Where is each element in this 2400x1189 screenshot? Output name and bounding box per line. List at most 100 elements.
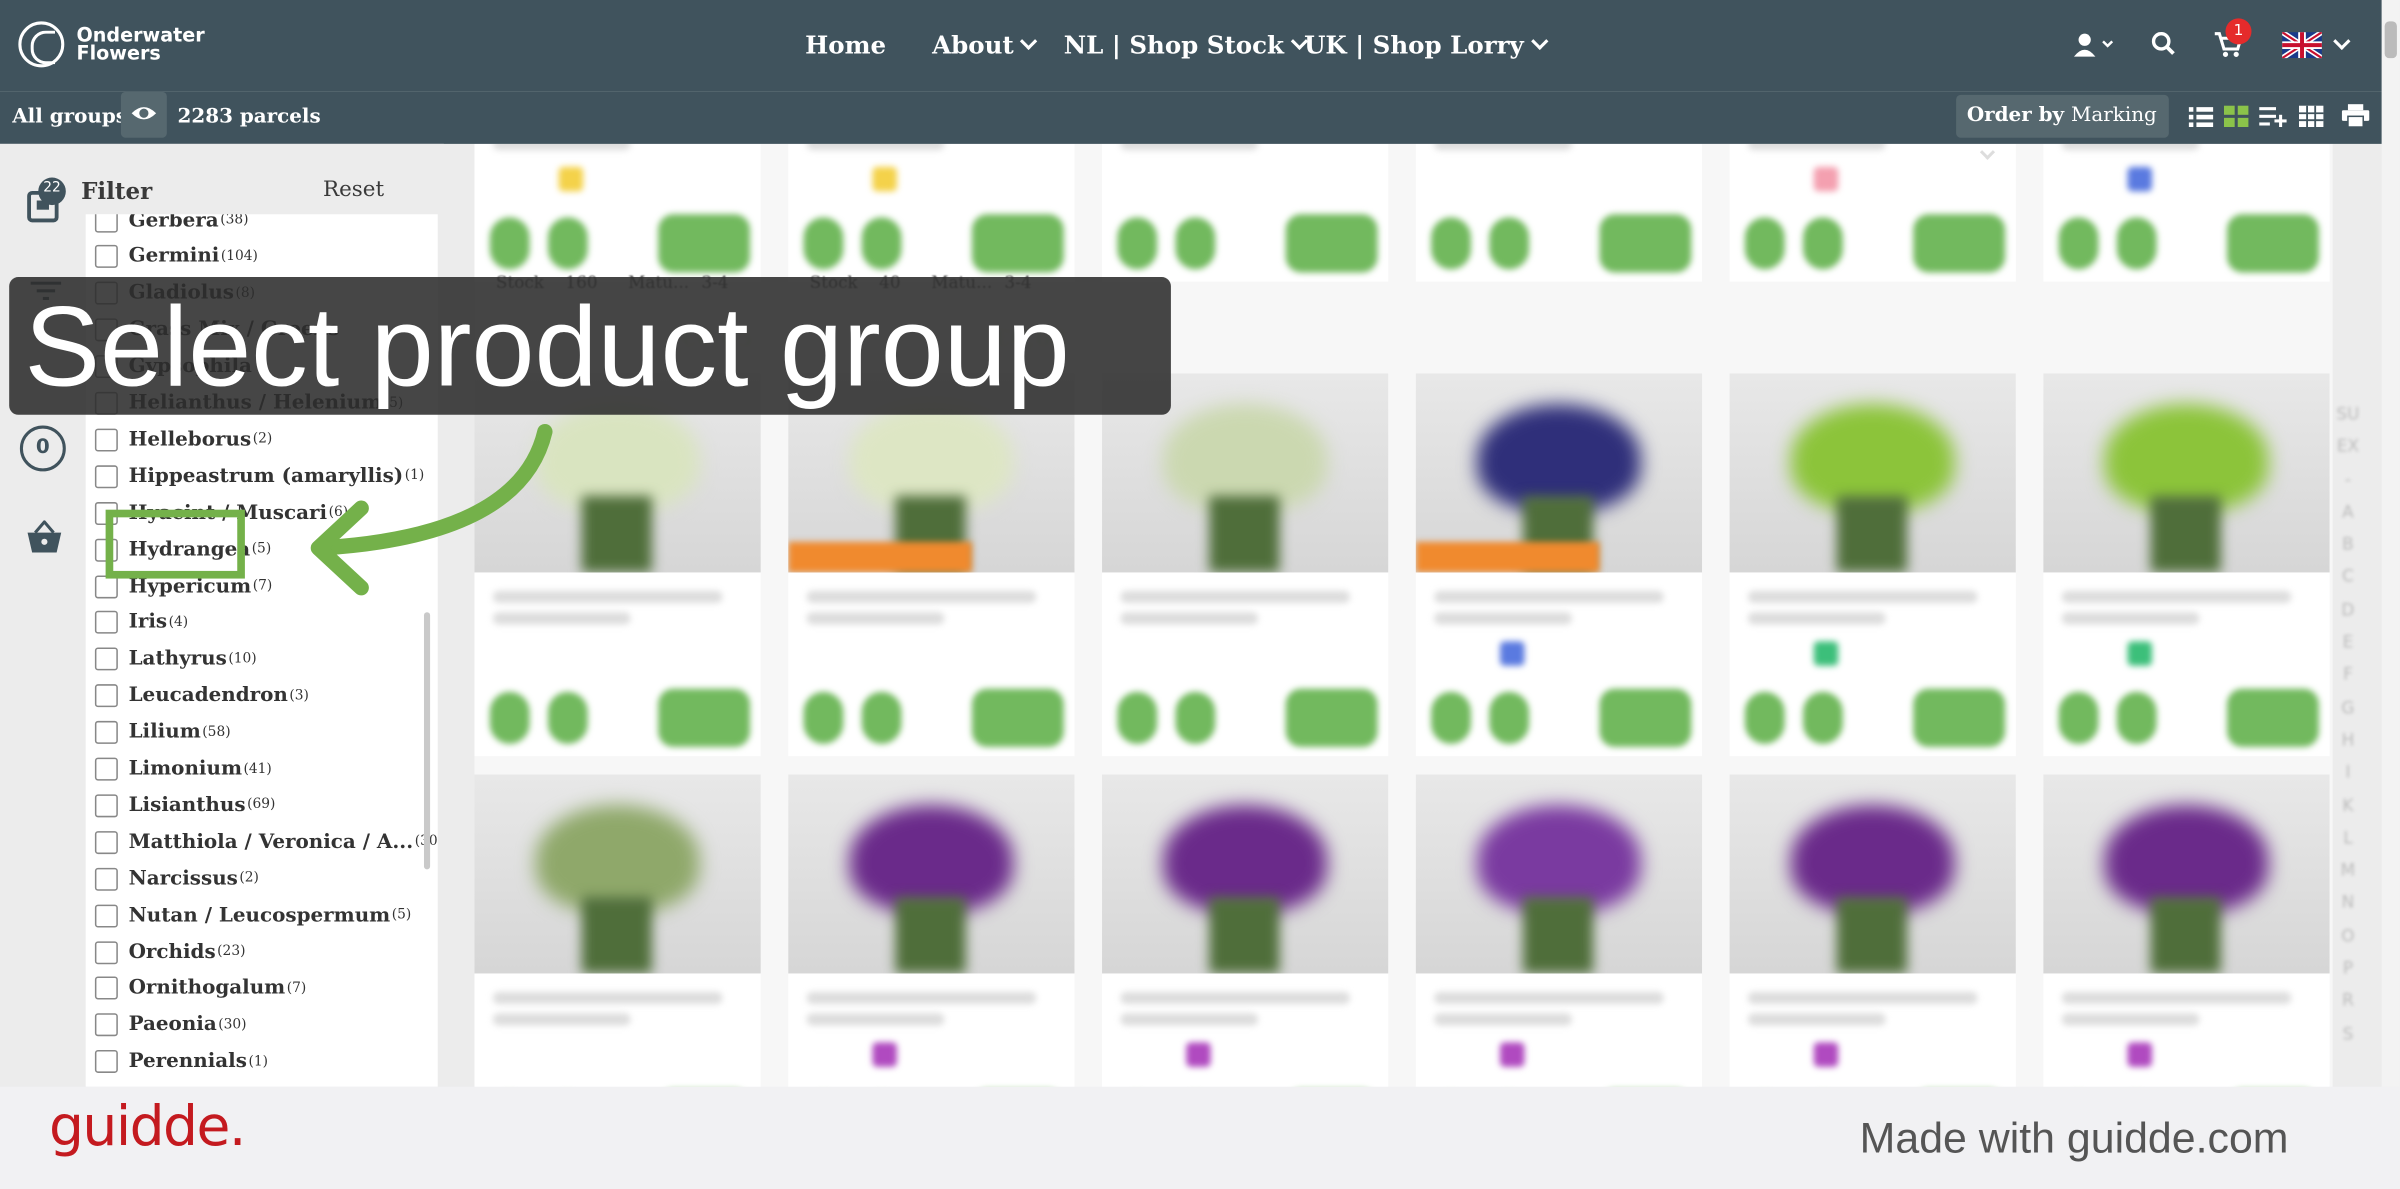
nav-nl-shop-stock[interactable]: NL | Shop Stock	[1064, 31, 1308, 60]
alphabet-letter[interactable]: G	[2333, 691, 2364, 724]
page-scrollbar[interactable]	[2381, 0, 2400, 1087]
filter-checkbox[interactable]	[94, 977, 118, 1001]
alphabet-letter[interactable]: F	[2333, 659, 2364, 692]
increase-button[interactable]	[1803, 691, 1843, 744]
add-to-cart-button[interactable]	[1285, 214, 1378, 273]
decrease-button[interactable]	[489, 217, 530, 270]
alphabet-letter[interactable]: N	[2333, 887, 2364, 920]
alphabet-letter[interactable]: E	[2333, 626, 2364, 659]
add-to-cart-button[interactable]	[658, 688, 750, 747]
product-card[interactable]	[474, 774, 761, 1093]
product-card[interactable]	[788, 774, 1075, 1093]
filter-checkbox[interactable]	[94, 428, 118, 452]
increase-button[interactable]	[1175, 691, 1216, 744]
increase-button[interactable]	[1175, 217, 1216, 270]
filter-checkbox[interactable]	[94, 611, 118, 635]
decrease-button[interactable]	[1431, 691, 1471, 744]
filter-item[interactable]: Ornithogalum (7)	[94, 973, 306, 1004]
filter-item[interactable]: Nutan / Leucospermum (5)	[94, 900, 411, 931]
filter-checkbox[interactable]	[94, 214, 118, 232]
product-image[interactable]	[1415, 774, 1703, 974]
product-image[interactable]	[1102, 774, 1389, 974]
alphabet-letter[interactable]: P	[2333, 952, 2364, 985]
decrease-button[interactable]	[1117, 691, 1158, 744]
increase-button[interactable]	[2116, 217, 2157, 270]
product-card[interactable]	[1415, 373, 1703, 757]
alphabet-letter[interactable]: L	[2333, 822, 2364, 855]
decrease-button[interactable]	[1744, 217, 1785, 270]
increase-button[interactable]	[2116, 691, 2157, 744]
nav-about[interactable]: About	[932, 31, 1038, 60]
language-chevron-down-icon[interactable]	[2333, 31, 2351, 60]
uk-flag-icon[interactable]	[2280, 29, 2324, 64]
filter-checkbox[interactable]	[94, 940, 118, 964]
filter-item[interactable]: Matthiola / Veronica / A...(30)	[94, 827, 438, 858]
decrease-button[interactable]	[489, 691, 530, 744]
add-to-cart-button[interactable]	[1913, 214, 2006, 273]
add-to-cart-button[interactable]	[971, 214, 1064, 273]
basket-icon[interactable]	[24, 519, 64, 560]
product-card[interactable]	[1102, 774, 1389, 1093]
product-image[interactable]	[474, 774, 761, 974]
product-card[interactable]	[474, 143, 761, 282]
filter-item[interactable]: Orchids (23)	[94, 937, 246, 968]
logo[interactable]: Onderwater Flowers	[18, 21, 205, 68]
product-image[interactable]	[2043, 373, 2330, 573]
product-card[interactable]	[1415, 774, 1703, 1093]
filter-item[interactable]: Gerbera (38)	[94, 214, 249, 235]
filter-checkbox[interactable]	[94, 1013, 118, 1037]
product-image[interactable]	[1729, 774, 2016, 974]
add-to-cart-button[interactable]	[1285, 688, 1378, 747]
page-scrollbar-thumb[interactable]	[2384, 21, 2397, 59]
filter-item[interactable]: Lilium (58)	[94, 717, 231, 748]
filter-item[interactable]: Lisianthus (69)	[94, 790, 276, 821]
decrease-button[interactable]	[803, 691, 844, 744]
alphabet-letter[interactable]: C	[2333, 561, 2364, 594]
product-image[interactable]	[788, 774, 1075, 974]
filter-item[interactable]: Narcissus (2)	[94, 864, 259, 895]
product-card[interactable]	[788, 373, 1075, 757]
product-card[interactable]	[2043, 774, 2330, 1093]
filter-item[interactable]: Iris (4)	[94, 607, 188, 638]
increase-button[interactable]	[861, 217, 902, 270]
filter-checkbox[interactable]	[94, 647, 118, 671]
filter-item[interactable]: Helleborus (2)	[94, 425, 272, 456]
product-card[interactable]	[2043, 143, 2330, 282]
playlist-add-icon[interactable]	[2259, 104, 2287, 133]
add-to-cart-button[interactable]	[658, 214, 750, 273]
increase-button[interactable]	[1489, 217, 1530, 270]
filter-checkbox[interactable]	[94, 830, 118, 854]
grid-view-icon[interactable]	[2223, 104, 2249, 133]
order-by-select[interactable]: Order by Marking	[1956, 94, 2169, 160]
search-icon[interactable]	[2150, 31, 2176, 63]
filter-item[interactable]: Limonium (41)	[94, 754, 272, 785]
table-view-icon[interactable]	[2298, 104, 2324, 133]
add-to-cart-button[interactable]	[2227, 688, 2319, 747]
increase-button[interactable]	[861, 691, 902, 744]
filter-item[interactable]: Germini (104)	[94, 242, 258, 273]
filter-checkbox[interactable]	[94, 1050, 118, 1074]
decrease-button[interactable]	[803, 217, 844, 270]
reset-button[interactable]: Reset	[323, 178, 384, 202]
filter-item[interactable]: Lathyrus (10)	[94, 644, 257, 675]
filter-item[interactable]: Paeonia (30)	[94, 1010, 247, 1041]
filter-checkbox[interactable]	[94, 757, 118, 781]
add-to-cart-button[interactable]	[971, 688, 1064, 747]
list-view-icon[interactable]	[2188, 104, 2214, 133]
alphabet-letter[interactable]: EX	[2333, 431, 2364, 464]
filter-checkbox[interactable]	[94, 245, 118, 269]
product-card[interactable]	[2043, 373, 2330, 757]
decrease-button[interactable]	[1431, 217, 1471, 270]
alphabet-letter[interactable]: A	[2333, 496, 2364, 529]
decrease-button[interactable]	[2058, 217, 2099, 270]
add-to-cart-button[interactable]	[1599, 214, 1692, 273]
decrease-button[interactable]	[2058, 691, 2099, 744]
product-card[interactable]	[1102, 373, 1389, 757]
product-card[interactable]	[788, 143, 1075, 282]
add-to-cart-button[interactable]	[1599, 688, 1692, 747]
filter-item[interactable]: Leucadendron (3)	[94, 681, 309, 712]
nav-home[interactable]: Home	[805, 31, 886, 60]
filter-checkbox[interactable]	[94, 794, 118, 818]
alphabet-letter[interactable]: K	[2333, 789, 2364, 822]
add-to-cart-button[interactable]	[1913, 688, 2006, 747]
